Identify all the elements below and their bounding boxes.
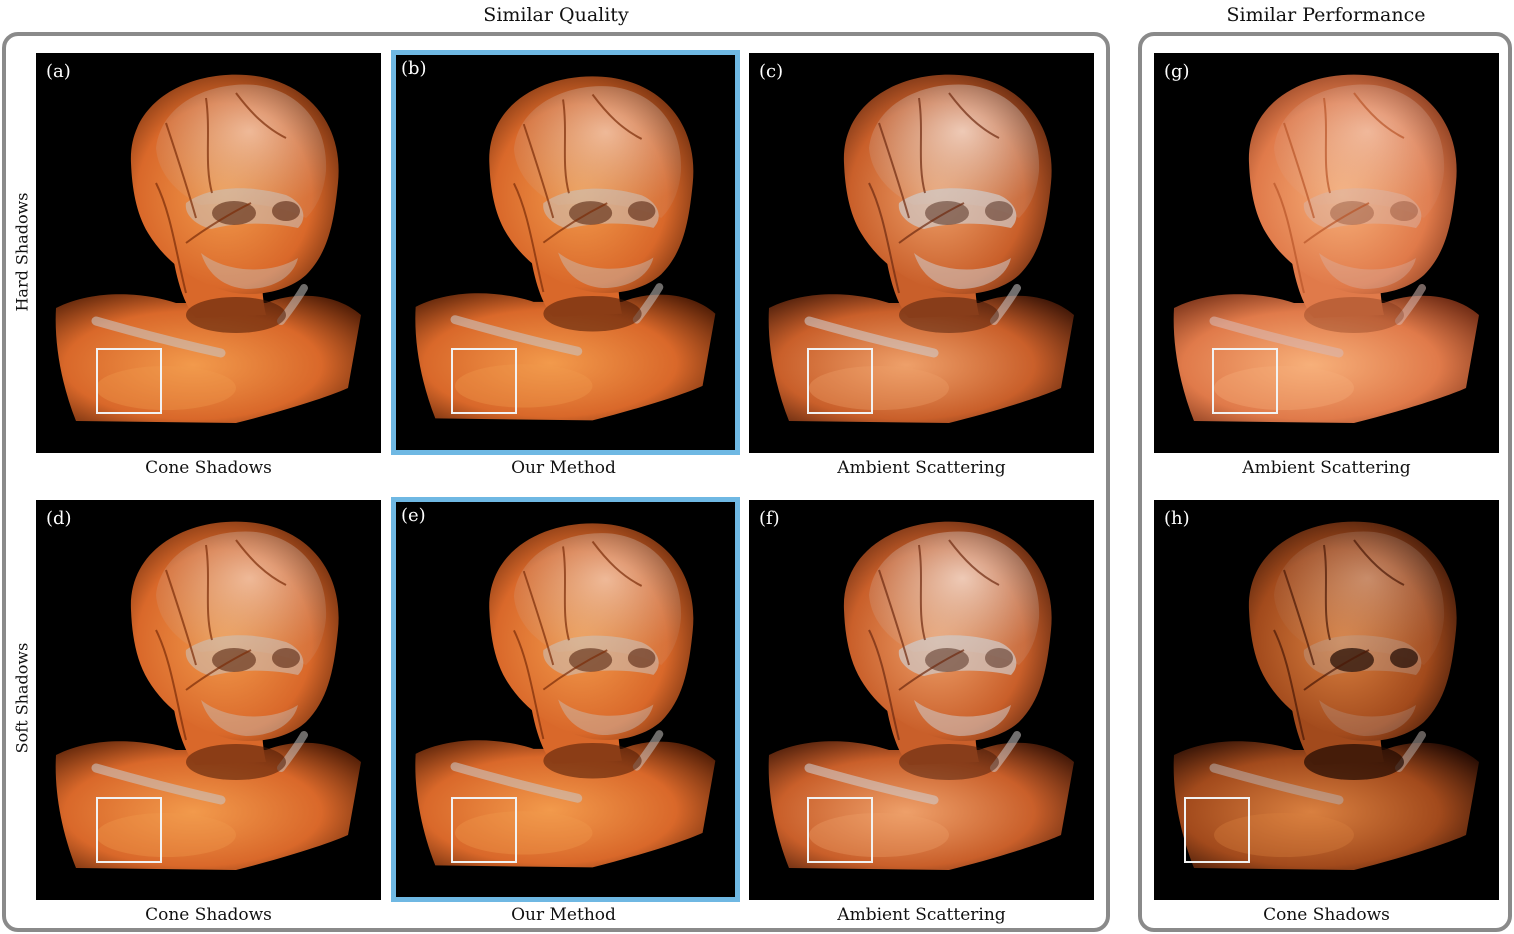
panel-letter-g: (g) xyxy=(1164,61,1190,82)
row-label-soft-shadows: Soft Shadows xyxy=(12,642,32,754)
caption-f: Ambient Scattering xyxy=(837,905,1006,925)
render-panel-c: (c) xyxy=(749,53,1094,453)
panel-letter-b: (b) xyxy=(401,58,427,79)
caption-e: Our Method xyxy=(511,905,616,925)
caption-a: Cone Shadows xyxy=(145,458,272,478)
volume-render-illustration xyxy=(55,521,361,870)
render-panel-g: (g) xyxy=(1154,53,1499,453)
volume-render-illustration xyxy=(768,521,1074,870)
volume-render-illustration xyxy=(1173,74,1479,423)
zoom-inset-box xyxy=(807,797,873,863)
render-panel-e: (e) xyxy=(391,497,740,902)
volume-render-illustration xyxy=(415,76,716,421)
zoom-inset-box xyxy=(1212,348,1278,414)
render-panel-a: (a) xyxy=(36,53,381,453)
caption-d: Cone Shadows xyxy=(145,905,272,925)
caption-c: Ambient Scattering xyxy=(837,458,1006,478)
panel-letter-e: (e) xyxy=(401,505,426,526)
render-panel-d: (d) xyxy=(36,500,381,900)
panel-letter-d: (d) xyxy=(46,508,72,529)
panel-letter-a: (a) xyxy=(46,61,71,82)
panel-letter-h: (h) xyxy=(1164,508,1190,529)
zoom-inset-box xyxy=(1184,797,1250,863)
caption-h: Cone Shadows xyxy=(1263,905,1390,925)
group-title-similar-quality: Similar Quality xyxy=(483,4,629,26)
zoom-inset-box xyxy=(96,797,162,863)
render-panel-f: (f) xyxy=(749,500,1094,900)
volume-render-illustration xyxy=(55,74,361,423)
panel-letter-f: (f) xyxy=(759,508,780,529)
zoom-inset-box xyxy=(96,348,162,414)
caption-b: Our Method xyxy=(511,458,616,478)
panel-letter-c: (c) xyxy=(759,61,784,82)
render-panel-h: (h) xyxy=(1154,500,1499,900)
volume-render-illustration xyxy=(768,74,1074,423)
volume-render-illustration xyxy=(415,523,716,868)
zoom-inset-box xyxy=(451,348,517,414)
zoom-inset-box xyxy=(807,348,873,414)
group-title-similar-performance: Similar Performance xyxy=(1226,4,1426,26)
zoom-inset-box xyxy=(451,797,517,863)
caption-g: Ambient Scattering xyxy=(1242,458,1411,478)
row-label-hard-shadows: Hard Shadows xyxy=(12,192,32,312)
render-panel-b: (b) xyxy=(391,50,740,455)
